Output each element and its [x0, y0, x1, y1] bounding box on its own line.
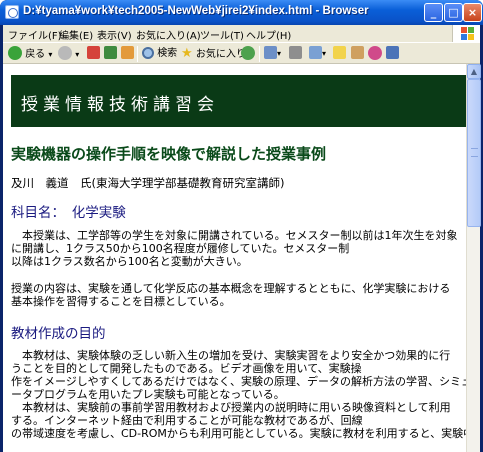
forward-button[interactable]: ▾: [58, 46, 79, 62]
title-bar[interactable]: D:¥tyama¥work¥tech2005-NewWeb¥jirei2¥ind…: [0, 0, 483, 25]
search-button[interactable]: 検索: [142, 46, 177, 62]
browser-app-icon: [5, 5, 19, 19]
page-banner: 授業情報技術講習会: [11, 75, 466, 127]
messenger-icon: [368, 46, 382, 60]
subject-heading: 科目名： 化学実験: [11, 205, 126, 221]
standard-toolbar: 戻る ▾ ▾ 検索 ★ お気に入り ▾ ▾: [3, 42, 480, 64]
favorites-button[interactable]: ★ お気に入り: [181, 46, 246, 62]
messenger-button[interactable]: [368, 46, 382, 62]
author-line: 及川 義道 氏(東海大学理学部基礎教育研究室講師): [11, 176, 285, 190]
paragraph-line: 以降は1クラス数名から100名と変動が大きい。: [11, 255, 248, 268]
toolbar-separator: [137, 46, 138, 62]
back-arrow-icon: [8, 46, 22, 60]
paragraph-line: に開講し、1クラス50から100名程度が履修していた。セメスター制: [11, 242, 350, 255]
menu-bar: ファイル(F) 編集(E) 表示(V) お気に入り(A) ツール(T) ヘルプ(…: [3, 25, 480, 42]
browser-window: D:¥tyama¥work¥tech2005-NewWeb¥jirei2¥ind…: [0, 0, 483, 452]
research-button[interactable]: [351, 46, 364, 62]
favorites-star-icon: ★: [181, 46, 193, 61]
refresh-icon: [104, 46, 117, 59]
forward-dropdown-icon[interactable]: ▾: [75, 50, 79, 59]
page-content[interactable]: 授業情報技術講習会 実験機器の操作手順を映像で解説した授業事例 及川 義道 氏(…: [3, 64, 466, 452]
menu-tools[interactable]: ツール(T): [200, 27, 244, 42]
paragraph-line: 本教材は、実験体験の乏しい新入生の増加を受け、実験実習をより安全かつ効果的に行: [11, 349, 451, 362]
print-button[interactable]: [289, 46, 302, 62]
home-icon: [121, 46, 134, 59]
paragraph-line: の帯域速度を考慮し、CD-ROMからも利用可能としている。実験に教材を利用すると…: [11, 427, 466, 440]
windows-logo-icon: [452, 25, 480, 42]
edit-button[interactable]: ▾: [309, 46, 326, 62]
menu-edit[interactable]: 編集(E): [59, 27, 93, 42]
menu-file[interactable]: ファイル(F): [8, 27, 62, 42]
back-dropdown-icon[interactable]: ▾: [48, 50, 52, 59]
paragraph-1: 本授業は、工学部等の学生を対象に開講されている。セメスター制以前は1年次生を対象…: [11, 229, 457, 268]
edit-dropdown-icon[interactable]: ▾: [322, 49, 326, 58]
search-label: 検索: [157, 48, 178, 59]
history-icon: [241, 46, 255, 60]
discuss-button[interactable]: [333, 46, 346, 62]
favorites-label: お気に入り: [195, 49, 246, 60]
back-label: 戻る: [25, 49, 46, 60]
edit-icon: [309, 46, 322, 59]
maximize-button[interactable]: □: [444, 3, 463, 22]
paragraph-line: ータプログラムを用いたプレ実験も可能となっている。: [11, 388, 285, 401]
paragraph-line: する。インターネット経由で利用することが可能な教材であるが、回線: [11, 414, 363, 427]
vertical-scrollbar[interactable]: ▲: [466, 64, 481, 452]
mail-button[interactable]: ▾: [264, 46, 281, 62]
forward-arrow-icon: [58, 46, 72, 60]
stop-button[interactable]: [87, 46, 100, 62]
search-icon: [142, 47, 154, 59]
home-button[interactable]: [121, 46, 134, 62]
window-title: D:¥tyama¥work¥tech2005-NewWeb¥jirei2¥ind…: [23, 5, 369, 17]
paragraph-line: 本授業は、工学部等の学生を対象に開講されている。セメスター制以前は1年次生を対象: [11, 229, 458, 242]
mail-icon: [264, 46, 277, 59]
section-heading: 教材作成の目的: [11, 326, 106, 342]
page-heading: 実験機器の操作手順を映像で解説した授業事例: [11, 145, 327, 163]
paragraph-line: うことを目的として開発したものである。ビデオ画像を用いて、実験操: [11, 362, 362, 375]
stop-icon: [87, 46, 100, 59]
minimize-button[interactable]: _: [424, 3, 443, 22]
mail-dropdown-icon[interactable]: ▾: [277, 49, 281, 58]
back-button[interactable]: 戻る ▾: [8, 46, 52, 62]
paragraph-line: 基本操作を習得することを目標としている。: [11, 295, 231, 308]
media-icon: [386, 46, 399, 59]
banner-title: 授業情報技術講習会: [21, 95, 219, 115]
research-icon: [351, 46, 364, 59]
close-button[interactable]: ×: [463, 3, 482, 22]
paragraph-2: 授業の内容は、実験を通して化学反応の基本概念を理解するとともに、化学実験における…: [11, 282, 450, 308]
paragraph-line: 作をイメージしやすくしてあるだけではなく、実験の原理、データの解析方法の学習、シ…: [11, 375, 466, 388]
menu-help[interactable]: ヘルプ(H): [246, 27, 291, 42]
menu-view[interactable]: 表示(V): [97, 27, 132, 42]
toolbar-separator: [259, 46, 260, 62]
print-icon: [289, 46, 302, 59]
media-button[interactable]: [386, 46, 399, 62]
paragraph-line: 授業の内容は、実験を通して化学反応の基本概念を理解するとともに、化学実験における: [11, 282, 451, 295]
history-button[interactable]: [241, 46, 255, 62]
refresh-button[interactable]: [104, 46, 117, 62]
paragraph-line: 本教材は、実験前の事前学習用教材および授業内の説明時に用いる映像資料として利用: [11, 401, 451, 414]
scrollbar-grip-icon: [471, 148, 478, 157]
scroll-up-arrow-icon[interactable]: ▲: [467, 64, 481, 79]
menu-favorites[interactable]: お気に入り(A): [136, 27, 201, 42]
paragraph-3: 本教材は、実験体験の乏しい新入生の増加を受け、実験実習をより安全かつ効果的に行 …: [11, 349, 466, 440]
scrollbar-thumb[interactable]: [467, 79, 481, 227]
discuss-icon: [333, 46, 346, 59]
